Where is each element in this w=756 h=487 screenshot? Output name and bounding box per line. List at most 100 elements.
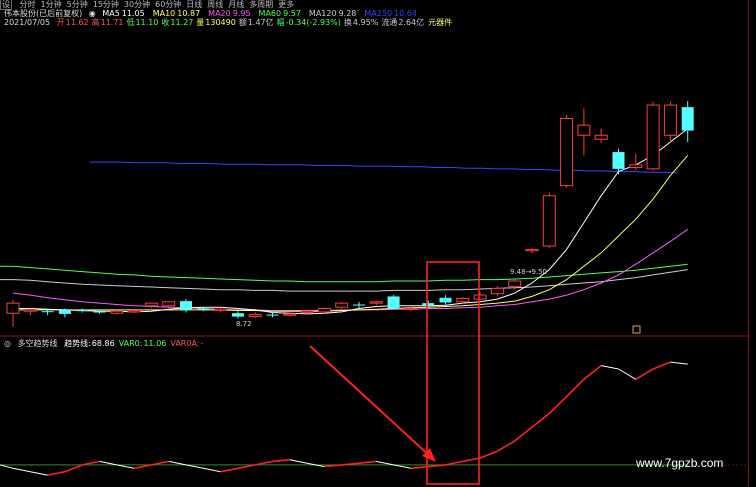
trend-line-segment	[64, 464, 83, 473]
candle-body	[508, 280, 522, 287]
trend-line-segment	[272, 458, 290, 463]
candle-body	[456, 297, 470, 303]
candle-body	[629, 164, 643, 169]
trend-line-segment	[289, 459, 308, 464]
candle-body	[577, 124, 591, 136]
candle-body	[93, 311, 106, 313]
candle-body	[612, 152, 625, 169]
trend-line-segment	[376, 460, 394, 466]
candle-body	[231, 313, 244, 317]
trend-line-segment	[220, 467, 239, 473]
trend-line-segment	[410, 465, 429, 470]
candle	[266, 312, 279, 318]
indicator-toggle-icon[interactable]: ◎	[4, 339, 11, 348]
candle-body	[248, 314, 262, 318]
candle	[317, 307, 331, 314]
candle-body	[353, 304, 365, 306]
right-side-panel: 设自选股吧资讯公告F10研报简况	[748, 0, 756, 487]
candle-body	[473, 294, 487, 300]
trend-line-segment	[82, 460, 100, 466]
ma10-line	[13, 155, 689, 312]
candle	[646, 101, 660, 171]
trend-line-segment	[12, 467, 31, 473]
candle	[681, 101, 694, 142]
candle	[248, 312, 262, 318]
candle	[231, 311, 244, 319]
indicator-lines	[0, 361, 688, 476]
trend-line-segment	[99, 460, 117, 466]
candle	[663, 101, 677, 142]
candle-body	[76, 309, 89, 312]
candle-body	[335, 302, 349, 308]
candle-body	[180, 301, 192, 310]
low-price-label: 8.72	[236, 320, 252, 328]
candle-body	[197, 308, 210, 310]
trend-line-segment	[601, 365, 619, 370]
trend-line-segment	[168, 460, 187, 466]
moving-average-lines	[0, 128, 689, 315]
candle-body	[266, 314, 279, 316]
candle	[76, 308, 89, 313]
indicator-label: VAR0A:	[170, 339, 200, 348]
candle-body	[439, 297, 452, 303]
candle	[439, 295, 452, 305]
indicator-title: 多空趋势线	[17, 339, 58, 348]
candle	[180, 299, 192, 313]
candle	[560, 115, 574, 188]
candle-body	[681, 107, 694, 131]
candle-body	[369, 301, 383, 304]
candle	[473, 292, 487, 301]
candle-body	[404, 308, 418, 311]
arrow-line	[309, 345, 433, 459]
trend-line-segment	[583, 364, 602, 380]
trend-line-segment	[462, 457, 481, 463]
candle	[93, 309, 106, 314]
trend-line-segment	[548, 395, 568, 415]
indicator-header: ◎ 多空趋势线 趋势线:68.86 VAR0:11.06 VAR0A:-	[4, 339, 211, 348]
trend-line-segment	[0, 464, 14, 469]
candle-body	[144, 302, 158, 307]
trend-line-segment	[531, 412, 550, 428]
trend-line-segment	[445, 460, 463, 466]
indicator-value: 68.86	[91, 339, 115, 348]
trend-line-segment	[670, 361, 688, 365]
candle-body	[525, 248, 539, 252]
trend-line-segment	[496, 440, 516, 452]
candle	[353, 301, 365, 308]
trend-line-segment	[30, 471, 48, 476]
candle-body	[542, 195, 556, 247]
indicator-label: 趋势线:	[64, 339, 91, 348]
candle	[577, 108, 591, 156]
candle-body	[214, 308, 228, 312]
candle-body	[663, 104, 677, 136]
candle-body	[162, 301, 176, 307]
trend-line-segment	[566, 378, 585, 397]
grid-lines	[0, 335, 748, 466]
candle	[594, 128, 608, 144]
trend-line-segment	[47, 470, 66, 476]
trend-line-segment	[203, 467, 221, 473]
candle-body	[58, 309, 71, 314]
indicator-field: VAR0A:-	[170, 339, 203, 348]
candle-body	[317, 308, 331, 313]
ma250-line	[90, 161, 679, 174]
indicator-value: 11.06	[143, 339, 167, 348]
trend-line-segment	[358, 460, 377, 464]
candle-body	[594, 134, 608, 140]
candle-body	[41, 311, 54, 313]
indicator-value: -	[200, 339, 204, 348]
event-marker-icon[interactable]	[632, 325, 641, 334]
trend-line-segment	[514, 426, 533, 442]
candle	[387, 295, 400, 310]
trend-line-segment	[635, 368, 654, 380]
candle-body	[283, 313, 297, 316]
candle-body	[490, 287, 504, 295]
indicator-field: 趋势线:68.86	[64, 339, 115, 348]
trend-line-segment	[151, 460, 169, 466]
watermark: www.7gpzb.com	[636, 456, 724, 470]
candle-body	[560, 118, 574, 187]
candle-body	[127, 310, 141, 313]
candle	[369, 300, 383, 306]
candle-body	[387, 296, 400, 309]
range-label: 9.48→9.50	[510, 268, 547, 276]
